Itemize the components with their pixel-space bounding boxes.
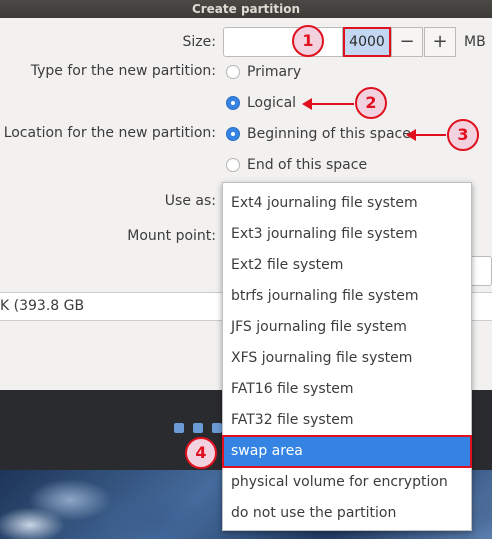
menu-item-fat16[interactable]: FAT16 file system [223,374,471,405]
menu-item-ext3[interactable]: Ext3 journaling file system [223,219,471,250]
location-option-beginning[interactable]: Beginning of this space [226,126,411,142]
menu-item-btrfs[interactable]: btrfs journaling file system [223,281,471,312]
type-option-primary-label: Primary [247,64,302,80]
annotation-badge-2: 2 [355,87,387,119]
location-option-end[interactable]: End of this space [226,157,367,173]
menu-item-ext4[interactable]: Ext4 journaling file system [223,188,471,219]
radio-selected-icon [226,96,240,110]
use-as-label: Use as: [164,193,216,209]
mount-point-input[interactable] [470,256,492,286]
size-increment-button[interactable]: + [424,27,456,57]
use-as-dropdown-menu[interactable]: Ext4 journaling file system Ext3 journal… [222,182,472,531]
location-option-beginning-label: Beginning of this space [247,126,411,142]
annotation-arrow-3 [406,129,446,141]
annotation-badge-3: 3 [447,119,479,151]
annotation-badge-1: 1 [292,25,324,57]
progress-dot [193,423,203,433]
partition-location-label: Location for the new partition: [3,125,216,141]
progress-dot [212,423,222,433]
type-option-logical-label: Logical [247,95,297,111]
menu-item-swap-area[interactable]: swap area [222,435,472,468]
size-decrement-button[interactable]: − [391,27,423,57]
radio-icon [226,65,240,79]
menu-item-ext2[interactable]: Ext2 file system [223,250,471,281]
dialog-title: Create partition [0,0,492,18]
location-option-end-label: End of this space [247,157,368,173]
size-label: Size: [182,34,216,50]
type-option-primary[interactable]: Primary [226,64,301,80]
progress-dot [174,423,184,433]
mount-point-label: Mount point: [127,228,216,244]
menu-item-fat32[interactable]: FAT32 file system [223,405,471,436]
menu-item-do-not-use[interactable]: do not use the partition [223,498,471,529]
progress-dots [174,423,222,433]
size-unit-label: MB [464,34,486,50]
annotation-arrow-2 [302,98,354,110]
menu-item-jfs[interactable]: JFS journaling file system [223,312,471,343]
size-field[interactable] [223,27,343,57]
partition-type-label: Type for the new partition: [30,63,216,79]
menu-item-xfs[interactable]: XFS journaling file system [223,343,471,374]
type-option-logical[interactable]: Logical [226,95,296,111]
radio-selected-icon [226,127,240,141]
menu-item-physical-volume-encryption[interactable]: physical volume for encryption [223,467,471,498]
size-value-input[interactable]: 4000 [343,27,391,57]
radio-icon [226,158,240,172]
annotation-badge-4: 4 [185,437,217,469]
device-size-text: K (393.8 GB [0,298,85,314]
